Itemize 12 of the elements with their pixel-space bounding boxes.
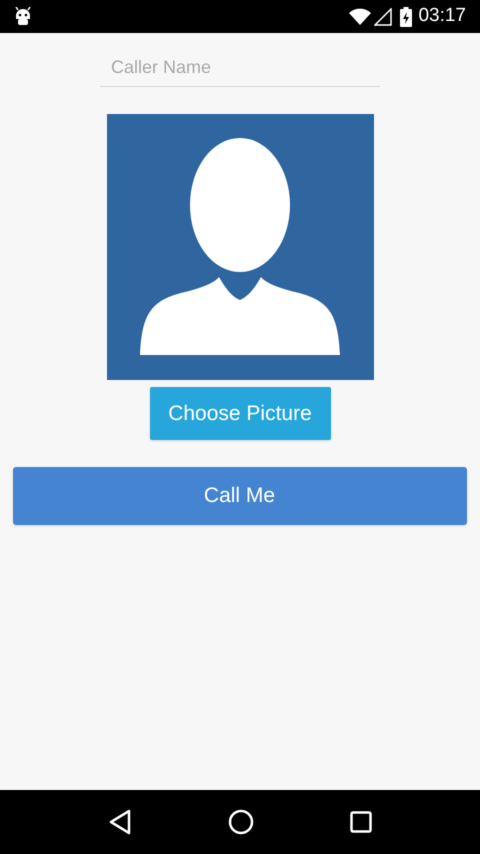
choose-picture-button[interactable]: Choose Picture xyxy=(150,387,330,440)
battery-icon xyxy=(400,6,412,26)
caller-name-field[interactable]: Caller Name xyxy=(100,49,380,87)
back-icon[interactable] xyxy=(108,809,132,835)
wifi-icon xyxy=(349,8,372,25)
status-time: 03:17 xyxy=(418,4,466,28)
signal-icon xyxy=(374,8,392,26)
avatar-icon xyxy=(106,114,374,380)
call-me-button[interactable]: Call Me xyxy=(12,467,466,525)
home-icon[interactable] xyxy=(228,809,254,835)
android-icon xyxy=(14,6,32,26)
recents-icon[interactable] xyxy=(350,811,372,833)
